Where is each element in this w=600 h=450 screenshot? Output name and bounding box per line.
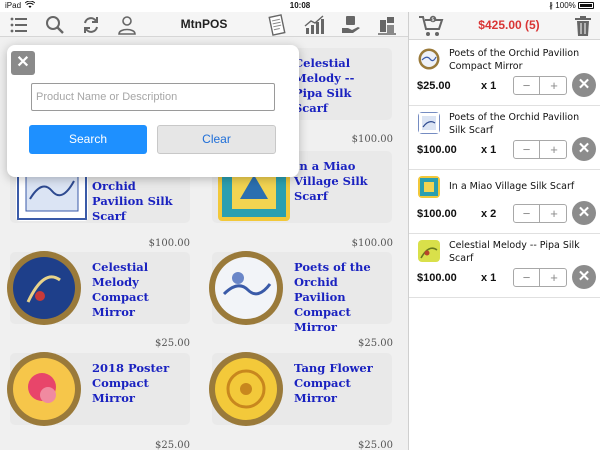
cart-icon[interactable]: $ <box>417 14 445 38</box>
product-image <box>7 251 81 325</box>
cart-item-price: $25.00 <box>417 80 451 92</box>
cart-item-name: Poets of the Orchid Pavilion Compact Mir… <box>449 48 580 72</box>
product-card[interactable]: 2018 Poster Compact Mirror <box>7 352 190 426</box>
battery-status: ∦ 100% <box>549 0 594 12</box>
cart-item: In a Miao Village Silk Scarf $100.00 x 2… <box>409 170 600 234</box>
product-name: 2018 Poster Compact Mirror <box>92 361 170 405</box>
search-input[interactable] <box>31 83 275 111</box>
cart-header: $ $425.00 (5) <box>409 12 600 40</box>
product-name: Tang Flower Compact Mirror <box>294 361 373 405</box>
cart-item: Poets of the Orchid Pavilion Silk Scarf … <box>409 106 600 170</box>
search-button[interactable]: Search <box>29 125 147 154</box>
decrease-button[interactable]: − <box>514 269 540 286</box>
admin-icon[interactable] <box>376 14 398 36</box>
cart-item-image <box>418 176 440 198</box>
cart-item: Poets of the Orchid Pavilion Compact Mir… <box>409 42 600 106</box>
toolbar: MtnPOS <box>0 12 408 37</box>
cart-panel: $ $425.00 (5) Poets of the Orchid Pavili… <box>408 12 600 450</box>
product-image <box>209 251 283 325</box>
quantity-stepper: − + <box>513 140 567 159</box>
cart-item-qty: x 1 <box>481 272 497 284</box>
product-name: Celestial Melody Compact Mirror <box>92 260 149 319</box>
product-price: $100.00 <box>148 238 190 249</box>
status-bar: iPad 10:08 ∦ 100% <box>0 0 600 12</box>
decrease-button[interactable]: − <box>514 141 540 158</box>
remove-item-button[interactable]: ✕ <box>572 201 596 225</box>
remove-item-button[interactable]: ✕ <box>572 73 596 97</box>
bluetooth-icon: ∦ <box>549 1 554 10</box>
product-name: Celestial Melody -- Pipa Silk Scarf <box>294 56 355 115</box>
product-price: $25.00 <box>358 440 393 450</box>
product-card[interactable]: Poets of the Orchid Pavilion Compact Mir… <box>209 251 392 334</box>
decrease-button[interactable]: − <box>514 77 540 94</box>
product-name: Orchid Pavilion Silk Scarf <box>92 179 173 223</box>
product-name: Poets of the Orchid Pavilion Compact Mir… <box>294 260 371 334</box>
remove-item-button[interactable]: ✕ <box>572 137 596 161</box>
battery-percent: 100% <box>555 1 576 10</box>
remove-item-button[interactable]: ✕ <box>572 265 596 289</box>
product-price: $100.00 <box>351 238 393 249</box>
quantity-stepper: − + <box>513 76 567 95</box>
quantity-stepper: − + <box>513 268 567 287</box>
product-card[interactable]: Celestial Melody Compact Mirror <box>7 251 190 325</box>
cart-item-price: $100.00 <box>417 272 457 284</box>
decrease-button[interactable]: − <box>514 205 540 222</box>
cart-item: Celestial Melody -- Pipa Silk Scarf $100… <box>409 234 600 298</box>
cart-item-name: In a Miao Village Silk Scarf <box>449 181 575 192</box>
cart-item-name: Poets of the Orchid Pavilion Silk Scarf <box>449 112 580 136</box>
cart-item-qty: x 1 <box>481 144 497 156</box>
receipt-icon[interactable] <box>266 14 288 36</box>
close-popover-button[interactable]: ✕ <box>11 51 35 75</box>
product-price: $25.00 <box>155 338 190 349</box>
search-popover: ✕ Search Clear <box>7 45 299 177</box>
cart-item-image <box>418 240 440 262</box>
trash-icon[interactable] <box>573 15 593 37</box>
increase-button[interactable]: + <box>541 205 567 222</box>
cart-item-qty: x 2 <box>481 208 497 220</box>
product-price: $100.00 <box>351 134 393 145</box>
product-price: $25.00 <box>155 440 190 450</box>
cart-item-price: $100.00 <box>417 208 457 220</box>
increase-button[interactable]: + <box>541 269 567 286</box>
cart-item-image <box>418 48 440 70</box>
clock: 10:08 <box>289 1 311 10</box>
clear-button[interactable]: Clear <box>157 125 276 154</box>
cart-total: $425.00 (5) <box>478 18 540 32</box>
cart-item-qty: x 1 <box>481 80 497 92</box>
quantity-stepper: − + <box>513 204 567 223</box>
battery-icon <box>578 2 594 9</box>
increase-button[interactable]: + <box>541 141 567 158</box>
cart-item-image <box>418 112 440 134</box>
payment-icon[interactable] <box>340 14 362 36</box>
product-price: $25.00 <box>358 338 393 349</box>
product-image <box>209 352 283 426</box>
increase-button[interactable]: + <box>541 77 567 94</box>
svg-text:$: $ <box>431 17 434 23</box>
cart-item-name: Celestial Melody -- Pipa Silk Scarf <box>449 240 580 264</box>
product-card[interactable]: Tang Flower Compact Mirror <box>209 352 392 426</box>
reports-icon[interactable] <box>303 14 325 36</box>
product-name: In a Miao Village Silk Scarf <box>294 159 368 203</box>
product-image <box>7 352 81 426</box>
cart-item-price: $100.00 <box>417 144 457 156</box>
